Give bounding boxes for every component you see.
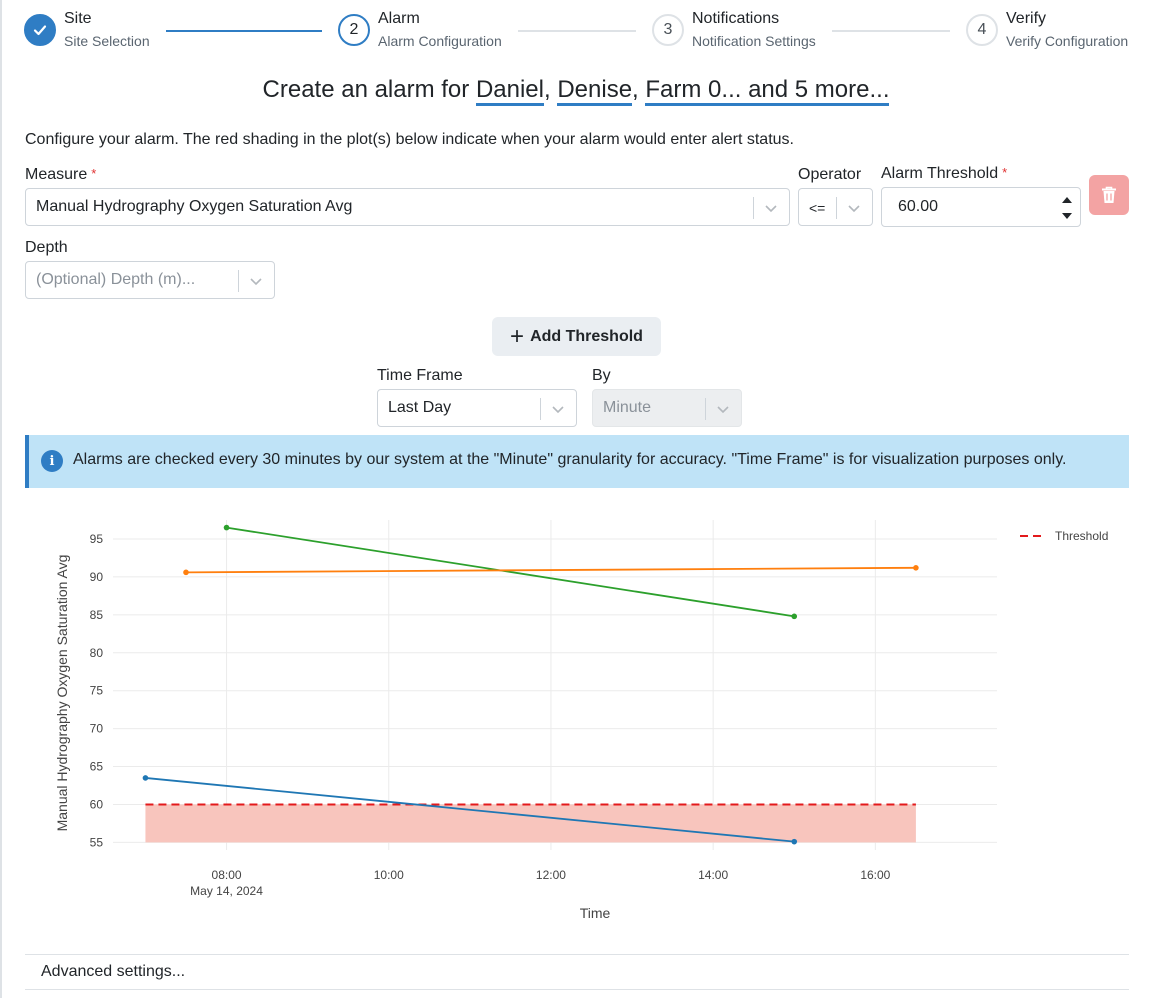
by-value: Minute <box>603 399 652 416</box>
x-tick-sublabel: May 14, 2024 <box>190 884 263 898</box>
trash-icon <box>1102 186 1116 203</box>
y-tick-label: 80 <box>90 646 104 660</box>
y-tick-label: 95 <box>90 532 104 546</box>
required-mark: * <box>1002 165 1008 180</box>
step-number: 2 <box>338 14 370 46</box>
title-prefix: Create an alarm for <box>262 76 476 103</box>
data-point <box>791 838 798 845</box>
data-point <box>142 775 149 781</box>
x-tick-label: 14:00 <box>698 868 728 882</box>
operator-label: Operator <box>798 166 862 183</box>
chevron-down-icon <box>848 205 860 213</box>
operator-select[interactable]: <= <box>798 188 873 226</box>
advanced-settings-label: Advanced settings... <box>41 963 186 980</box>
x-tick-label: 08:00 <box>212 868 242 882</box>
site-link-denise[interactable]: Denise <box>557 76 633 106</box>
timeframe-value: Last Day <box>388 399 452 416</box>
x-tick-label: 12:00 <box>536 868 566 882</box>
threshold-input[interactable]: 60.00 <box>881 187 1081 227</box>
data-point <box>183 569 189 576</box>
chevron-down-icon <box>765 205 777 213</box>
by-select[interactable]: Minute <box>592 389 742 427</box>
advanced-settings-toggle[interactable]: Advanced settings... <box>25 954 1129 990</box>
add-threshold-button[interactable]: + Add Threshold <box>492 317 661 356</box>
select-separator <box>705 398 706 420</box>
x-tick-label: 10:00 <box>374 868 404 882</box>
step-subtitle: Alarm Configuration <box>378 33 502 49</box>
step-subtitle: Verify Configuration <box>1006 33 1129 49</box>
step-title: Site <box>64 10 92 27</box>
y-axis-title: Manual Hydrography Oxygen Saturation Avg <box>54 555 70 832</box>
info-icon: i <box>41 450 63 472</box>
page-title: Create an alarm for Daniel, Denise, Farm… <box>0 76 1152 106</box>
select-separator <box>836 197 837 219</box>
measure-label-text: Measure <box>25 166 88 183</box>
threshold-value: 60.00 <box>898 198 939 215</box>
depth-placeholder: (Optional) Depth (m)... <box>36 271 196 288</box>
site-link-more[interactable]: Farm 0... and 5 more... <box>645 76 890 106</box>
chevron-down-icon <box>250 278 262 286</box>
intro-text: Configure your alarm. The red shading in… <box>25 131 794 148</box>
timeframe-label: Time Frame <box>377 367 463 384</box>
y-tick-label: 55 <box>90 835 104 849</box>
step-title: Alarm <box>378 10 420 27</box>
required-mark: * <box>91 166 97 181</box>
y-tick-label: 70 <box>90 722 104 736</box>
threshold-label: Alarm Threshold * <box>881 165 1007 183</box>
measure-select[interactable]: Manual Hydrography Oxygen Saturation Avg <box>25 188 790 226</box>
data-point <box>913 564 919 571</box>
alert-shading <box>145 804 916 843</box>
depth-label: Depth <box>25 239 68 256</box>
plus-icon: + <box>510 322 525 350</box>
chart-svg: 55 60 65 70 75 80 85 90 95 08:00 May 14, 2024 10:00… <box>54 520 1108 921</box>
y-tick-label: 65 <box>90 760 104 774</box>
select-separator <box>540 398 541 420</box>
data-point <box>223 524 230 531</box>
operator-value: <= <box>809 200 826 216</box>
step-connector <box>166 30 322 32</box>
step-connector <box>832 30 950 32</box>
data-point <box>791 613 798 620</box>
left-edge-divider <box>0 0 2 998</box>
y-tick-label: 90 <box>90 570 104 584</box>
measure-value: Manual Hydrography Oxygen Saturation Avg <box>36 198 353 215</box>
delete-threshold-button[interactable] <box>1089 175 1129 215</box>
step-title: Verify <box>1006 10 1047 27</box>
step-subtitle: Site Selection <box>64 33 150 49</box>
select-separator <box>238 270 239 292</box>
threshold-label-text: Alarm Threshold <box>881 165 999 182</box>
y-tick-label: 85 <box>90 608 104 622</box>
y-tick-label: 75 <box>90 684 104 698</box>
chevron-down-icon <box>552 406 564 414</box>
x-tick-label: 16:00 <box>860 868 890 882</box>
select-separator <box>753 197 754 219</box>
site-link-daniel[interactable]: Daniel <box>475 76 544 106</box>
info-alert: i Alarms are checked every 30 minutes by… <box>25 435 1129 488</box>
step-title: Notifications <box>692 10 780 27</box>
measure-label: Measure * <box>25 166 96 184</box>
title-separator: , <box>632 76 646 103</box>
alarm-preview-chart[interactable]: 55 60 65 70 75 80 85 90 95 08:00 May 14, 2024 10:00… <box>25 500 1129 940</box>
add-threshold-label: Add Threshold <box>530 327 643 345</box>
legend-threshold-label: Threshold <box>1055 529 1108 543</box>
check-icon <box>24 14 56 46</box>
y-tick-label: 60 <box>90 797 104 811</box>
info-text: Alarms are checked every 30 minutes by o… <box>73 451 1067 468</box>
timeframe-select[interactable]: Last Day <box>377 389 577 427</box>
stepper: Site Site Selection 2 Alarm Alarm Config… <box>24 8 1134 58</box>
title-separator: , <box>543 76 558 103</box>
chevron-down-icon <box>717 406 729 414</box>
depth-select[interactable]: (Optional) Depth (m)... <box>25 261 275 299</box>
spinner-up-icon[interactable] <box>1060 193 1074 207</box>
step-number: 4 <box>966 14 998 46</box>
step-number: 3 <box>652 14 684 46</box>
by-label: By <box>592 367 611 384</box>
step-subtitle: Notification Settings <box>692 33 816 49</box>
step-connector <box>518 30 636 32</box>
x-axis-title: Time <box>580 905 611 921</box>
spinner-down-icon[interactable] <box>1060 209 1074 223</box>
